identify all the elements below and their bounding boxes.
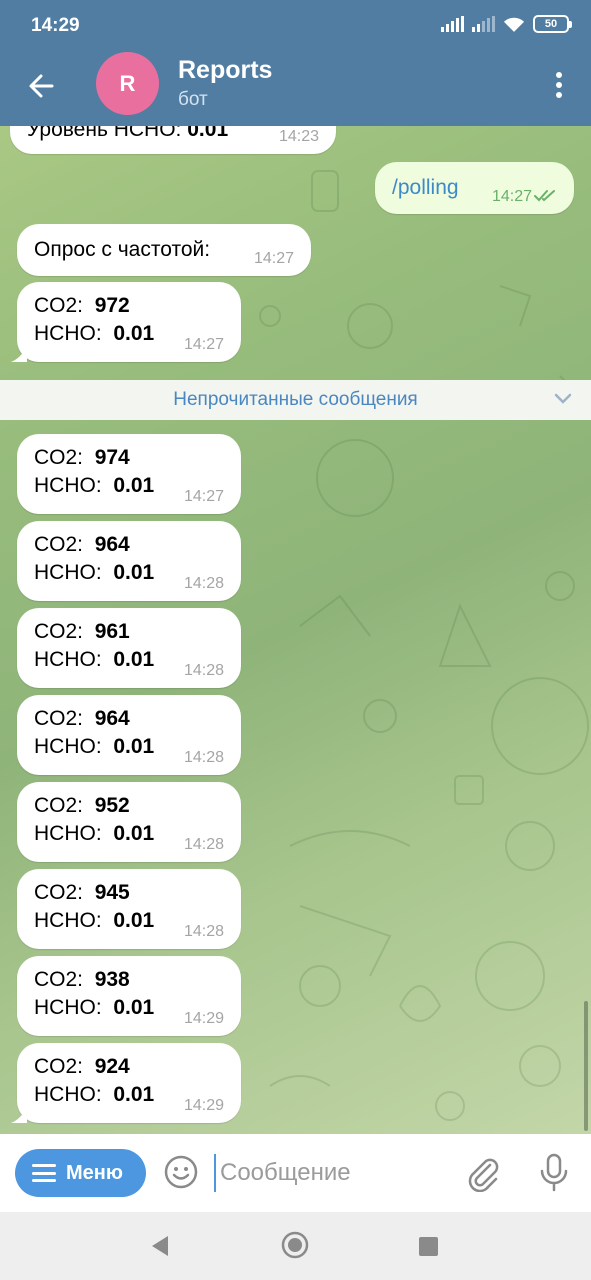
hcho-label: HCHO: (34, 1083, 102, 1106)
co2-label: CO2: (34, 533, 84, 556)
hcho-label: HCHO: (34, 909, 102, 932)
back-arrow-icon[interactable] (24, 68, 60, 104)
reading-message[interactable]: CO2: 945 HCHO: 0.01 14:28 (17, 869, 241, 949)
bubble-tail (11, 1107, 27, 1123)
co2-label: CO2: (34, 881, 84, 904)
battery-level: 50 (544, 18, 558, 30)
emoji-icon[interactable] (163, 1154, 199, 1190)
message-time: 14:29 (183, 1097, 224, 1114)
system-navigation-bar (0, 1212, 591, 1280)
reading-message[interactable]: CO2: 938 HCHO: 0.01 14:29 (17, 956, 241, 1036)
reading-message[interactable]: CO2: 961 HCHO: 0.01 14:28 (17, 608, 241, 688)
hcho-label: HCHO: (34, 322, 102, 345)
more-vertical-icon[interactable] (549, 68, 569, 102)
message-time: 14:27 (253, 250, 294, 267)
chevron-down-icon[interactable] (553, 392, 573, 406)
bot-menu-button[interactable]: Меню (15, 1149, 146, 1197)
message-time: 14:28 (183, 662, 224, 679)
reading-message[interactable]: CO2: 964 HCHO: 0.01 14:28 (17, 521, 241, 601)
message-time: 14:28 (183, 923, 224, 940)
hcho-value: 0.01 (113, 648, 155, 671)
nav-back-icon[interactable] (150, 1235, 170, 1257)
signal-icon (441, 16, 464, 32)
co2-value: 952 (94, 794, 130, 817)
hcho-value: 0.01 (113, 909, 155, 932)
unread-label: Непрочитанные сообщения (173, 389, 418, 410)
chat-subtitle: бот (178, 89, 208, 110)
chat-area[interactable]: Уровень HCHO: 0.01 14:23 /polling 14:27 … (0, 126, 591, 1134)
signal-icon-2 (472, 16, 495, 32)
hcho-label: HCHO: (34, 996, 102, 1019)
co2-label: CO2: (34, 294, 84, 317)
co2-value: 938 (94, 968, 130, 991)
message-time: 14:23 (278, 128, 319, 145)
nav-home-icon[interactable] (281, 1231, 309, 1259)
chat-scrollbar[interactable] (584, 1001, 588, 1131)
message-time: 14:27 (183, 488, 224, 505)
reading-message[interactable]: CO2: 972 HCHO: 0.01 14:27 (11, 282, 241, 362)
message-bubble-poll[interactable]: Опрос с частотой: 14:27 (17, 224, 311, 276)
status-icons: 50 (441, 15, 572, 33)
hcho-value: 0.01 (113, 996, 155, 1019)
message-value: 0.01 (187, 126, 229, 141)
microphone-icon[interactable] (536, 1152, 572, 1192)
reading-message[interactable]: CO2: 924 HCHO: 0.01 14:29 (11, 1043, 241, 1123)
hcho-value: 0.01 (113, 735, 155, 758)
message-time: 14:28 (183, 836, 224, 853)
message-time: 14:28 (183, 749, 224, 766)
message-time: 14:27 (491, 188, 532, 205)
co2-value: 961 (94, 620, 130, 643)
bot-menu-label: Меню (66, 1161, 123, 1184)
double-check-icon (534, 190, 555, 202)
co2-label: CO2: (34, 707, 84, 730)
message-input-bar: Меню (0, 1134, 591, 1212)
outgoing-message[interactable]: /polling 14:27 (375, 162, 574, 214)
message-text: Опрос с частотой: (34, 238, 211, 261)
hcho-label: HCHO: (34, 822, 102, 845)
co2-label: CO2: (34, 968, 84, 991)
status-time: 14:29 (31, 15, 80, 36)
hcho-value: 0.01 (113, 1083, 155, 1106)
co2-value: 974 (94, 446, 130, 469)
wifi-icon (503, 17, 525, 32)
hcho-value: 0.01 (113, 822, 155, 845)
hcho-label: HCHO: (34, 648, 102, 671)
message-time: 14:29 (183, 1010, 224, 1027)
status-bar: 14:29 50 (0, 0, 591, 50)
co2-value: 945 (94, 881, 130, 904)
bubble-tail (11, 346, 27, 362)
hcho-label: HCHO: (34, 735, 102, 758)
message-input[interactable] (214, 1154, 444, 1192)
outgoing-text[interactable]: /polling (392, 174, 459, 202)
hcho-value: 0.01 (113, 474, 155, 497)
co2-value: 964 (94, 707, 130, 730)
co2-value: 964 (94, 533, 130, 556)
hcho-value: 0.01 (113, 561, 155, 584)
avatar[interactable]: R (96, 52, 159, 115)
message-time: 14:27 (183, 336, 224, 353)
co2-label: CO2: (34, 446, 84, 469)
co2-label: CO2: (34, 620, 84, 643)
top-bar: 14:29 50 R Reports бот (0, 0, 591, 126)
message-label: Уровень HCHO: (27, 126, 182, 141)
co2-label: CO2: (34, 1055, 84, 1078)
co2-label: CO2: (34, 794, 84, 817)
attach-icon[interactable] (462, 1152, 502, 1192)
nav-recent-apps-icon[interactable] (419, 1237, 438, 1256)
message-time: 14:28 (183, 575, 224, 592)
chat-header: R Reports бот (0, 50, 591, 126)
message-bubble-partial[interactable]: Уровень HCHO: 0.01 14:23 (10, 126, 336, 154)
hcho-value: 0.01 (113, 322, 155, 345)
unread-messages-divider: Непрочитанные сообщения (0, 380, 591, 420)
reading-message[interactable]: CO2: 974 HCHO: 0.01 14:27 (17, 434, 241, 514)
co2-value: 972 (94, 294, 130, 317)
hcho-label: HCHO: (34, 561, 102, 584)
menu-icon (32, 1164, 56, 1182)
reading-message[interactable]: CO2: 964 HCHO: 0.01 14:28 (17, 695, 241, 775)
chat-title[interactable]: Reports (178, 56, 272, 85)
co2-value: 924 (94, 1055, 130, 1078)
reading-message[interactable]: CO2: 952 HCHO: 0.01 14:28 (17, 782, 241, 862)
battery-icon: 50 (533, 15, 572, 33)
hcho-label: HCHO: (34, 474, 102, 497)
